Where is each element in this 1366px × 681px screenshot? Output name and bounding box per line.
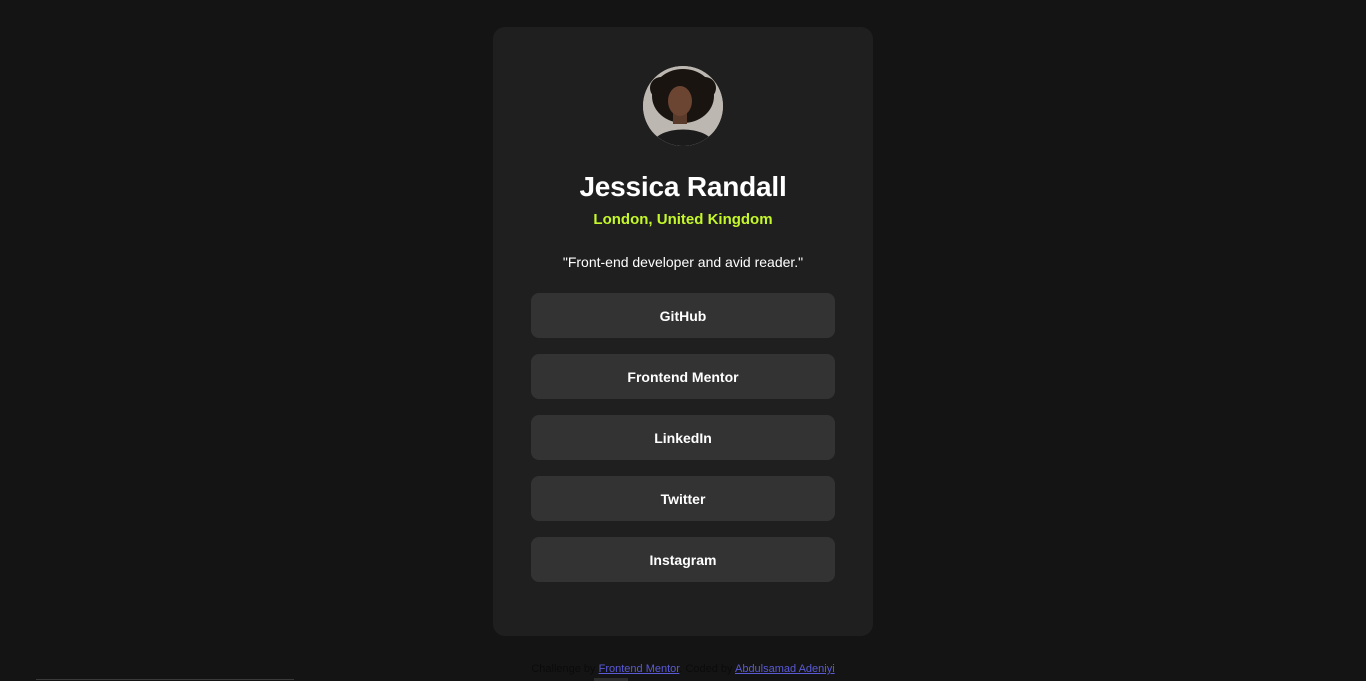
profile-location: London, United Kingdom <box>593 211 773 228</box>
avatar-portrait <box>643 66 723 146</box>
author-link[interactable]: Abdulsamad Adeniyi <box>735 663 835 675</box>
profile-bio: "Front-end developer and avid reader." <box>562 254 804 270</box>
link-frontend-mentor-button[interactable]: Frontend Mentor <box>531 354 835 399</box>
attribution: Challenge by Frontend Mentor. Coded by A… <box>0 661 1366 677</box>
link-instagram-button[interactable]: Instagram <box>531 537 835 582</box>
attribution-middle: . Coded by <box>679 663 733 675</box>
attribution-prefix: Challenge by <box>531 663 596 675</box>
avatar <box>643 66 723 146</box>
link-github-button[interactable]: GitHub <box>531 293 835 338</box>
social-links: GitHub Frontend Mentor LinkedIn Twitter … <box>531 293 835 582</box>
profile-name: Jessica Randall <box>579 171 787 202</box>
page: Jessica Randall London, United Kingdom "… <box>0 0 1366 681</box>
bottom-divider <box>36 679 294 680</box>
link-linkedin-button[interactable]: LinkedIn <box>531 415 835 460</box>
challenge-link[interactable]: Frontend Mentor <box>599 663 680 675</box>
link-twitter-button[interactable]: Twitter <box>531 476 835 521</box>
profile-card: Jessica Randall London, United Kingdom "… <box>493 27 873 636</box>
